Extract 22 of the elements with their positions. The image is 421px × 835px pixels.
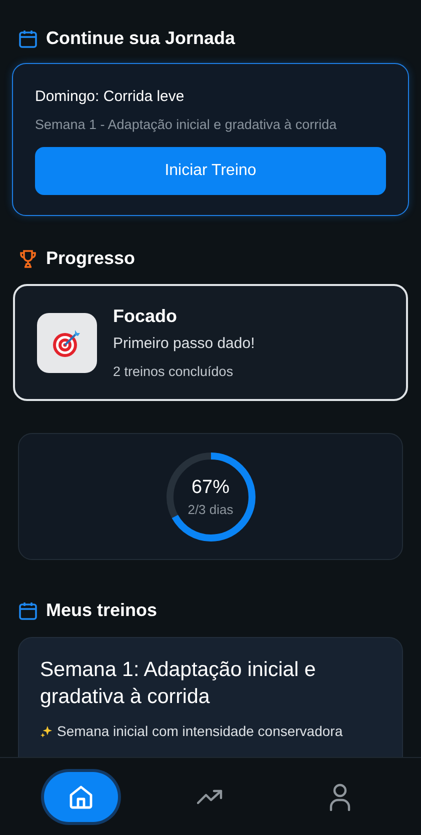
- calendar-icon: [18, 600, 38, 620]
- badge-subtitle: Primeiro passo dado!: [113, 335, 255, 352]
- home-icon: [68, 784, 94, 810]
- workout-count: 2 treinos concluídos: [113, 364, 234, 379]
- workout-title: Semana 1: Adaptação inicial e gradativa à corrida: [40, 657, 317, 710]
- nav-tab[interactable]: [44, 772, 118, 822]
- trophy-icon: [18, 248, 38, 268]
- section-heading: Continue sua Jornada: [46, 28, 236, 49]
- section-heading: Meus treinos: [46, 600, 158, 621]
- trend-chart-icon: [197, 788, 224, 804]
- section-heading: Progresso: [46, 248, 136, 269]
- percent-label: 67%: [191, 476, 230, 498]
- week-subtitle: Semana 1 - Adaptação inicial e gradativa à corrida: [35, 117, 338, 132]
- days-label: 2/3 dias: [188, 502, 234, 516]
- start-workout-button[interactable]: Iniciar Treino: [35, 147, 386, 195]
- calendar-icon: [18, 28, 38, 48]
- workout-card[interactable]: Semana 1: Adaptação inicial e gradativa à corrida Semana inicial com intensidade conservadora: [18, 637, 403, 757]
- workout-title: Domingo: Corrida leve: [35, 88, 186, 105]
- badge-title: Focado: [113, 306, 178, 327]
- sparkles-icon: [40, 725, 53, 738]
- workout-description: Semana inicial com intensidade conservadora: [57, 722, 343, 741]
- profile-icon: [329, 782, 352, 810]
